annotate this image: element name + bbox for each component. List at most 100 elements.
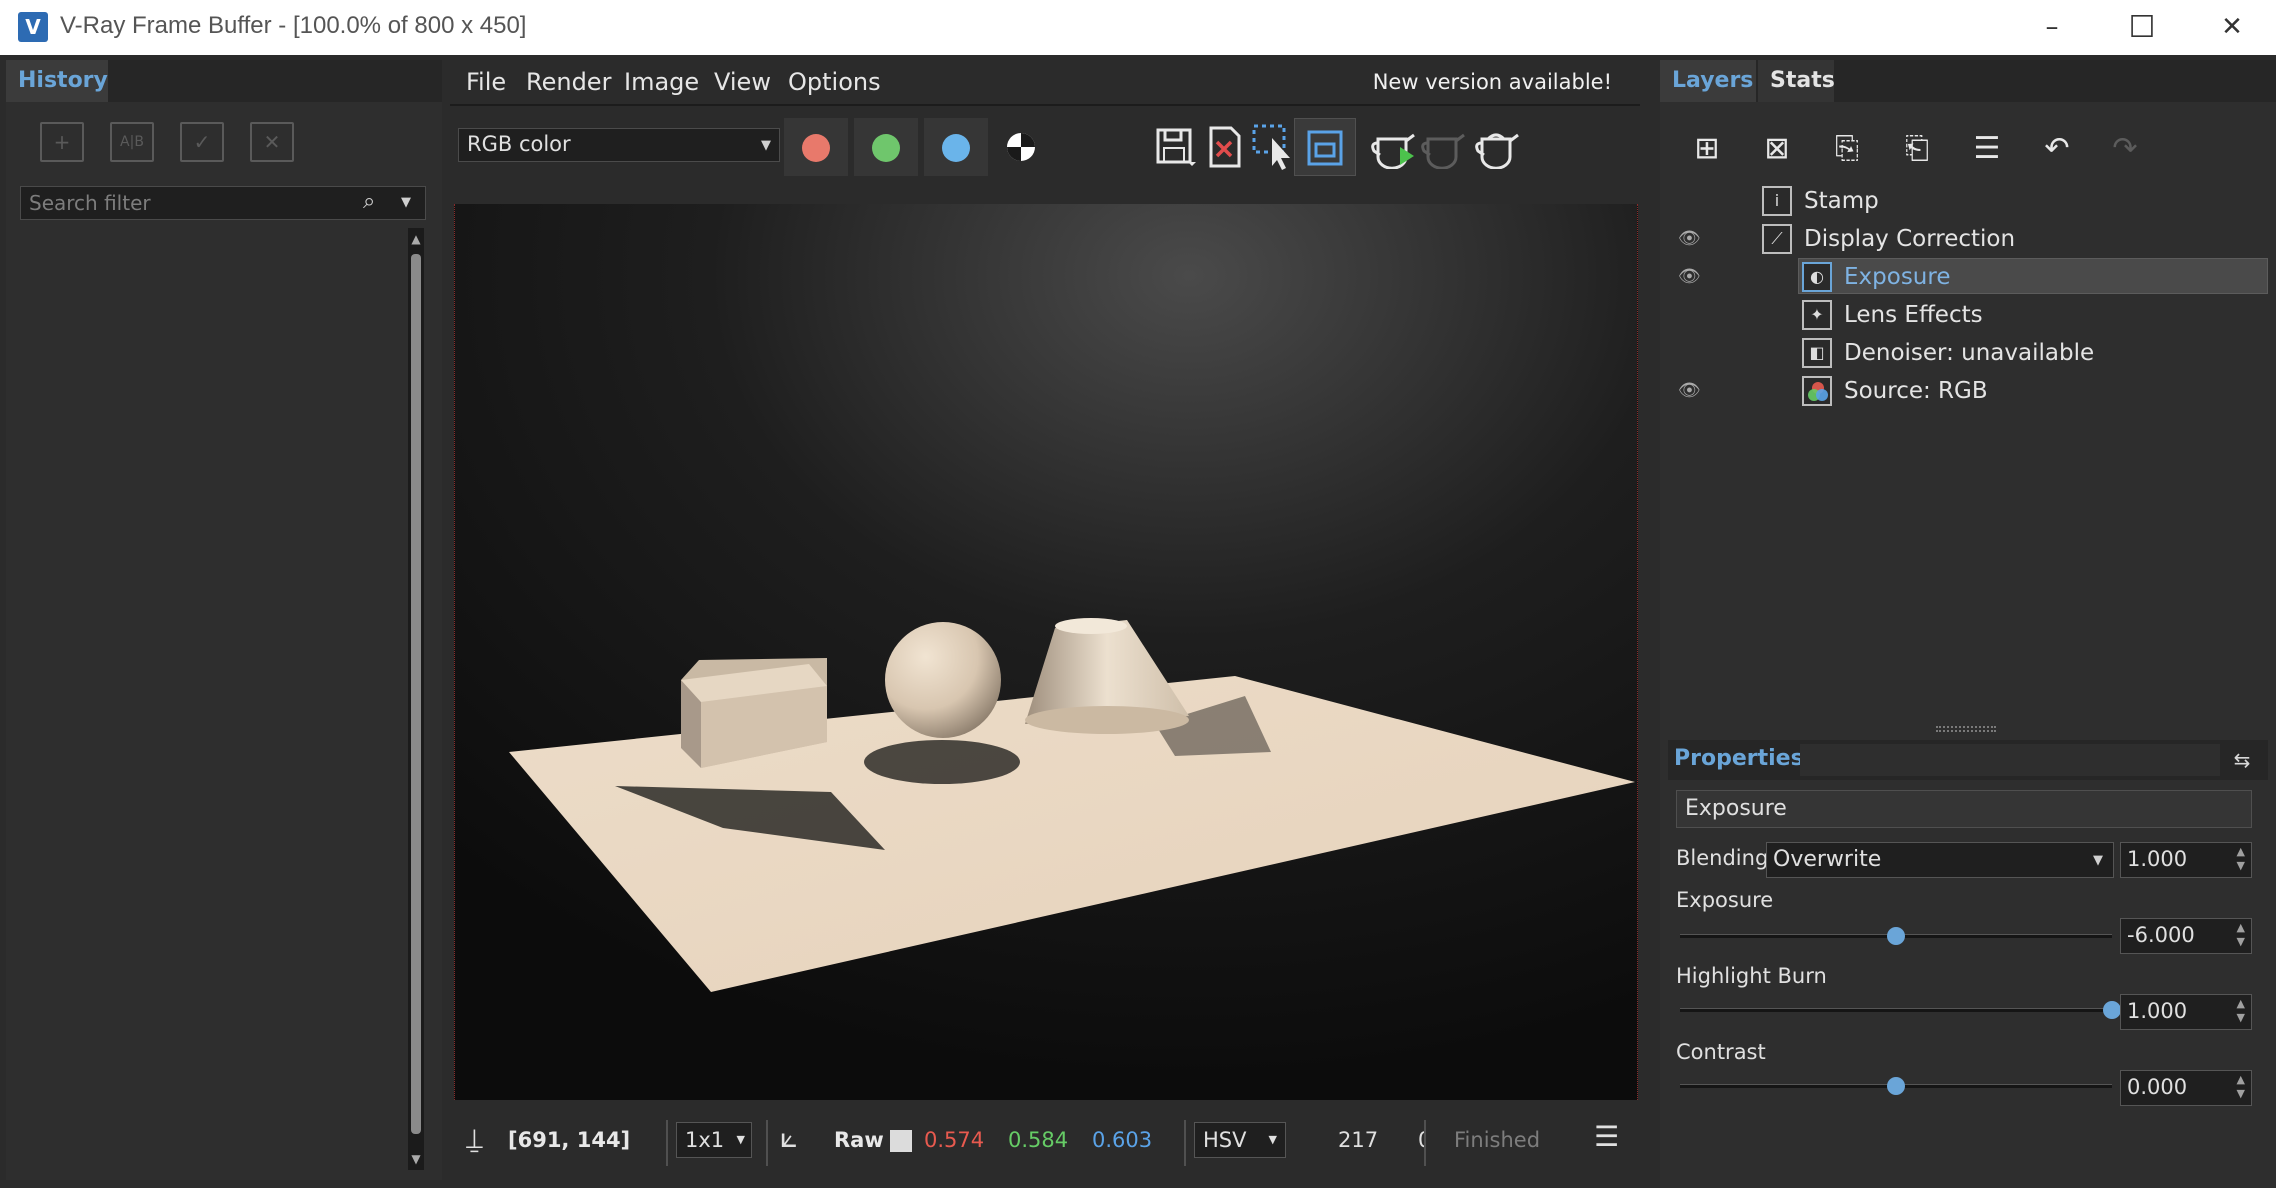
channel-select[interactable]: RGB color ▼: [458, 128, 780, 162]
spinner-arrows-icon[interactable]: ▲ ▼: [2237, 845, 2245, 873]
stop-render-icon[interactable]: [1414, 118, 1476, 176]
delete-layer-icon[interactable]: ⊠: [1748, 124, 1806, 174]
history-panel: History + A|B ✓ ✕ ⌕ ▼ ▲ ▼: [6, 60, 442, 1180]
contrast-slider-handle[interactable]: [1887, 1077, 1905, 1095]
visibility-eye-icon[interactable]: 👁: [1678, 266, 1708, 287]
layer-row-stamp[interactable]: i Stamp: [1668, 182, 2268, 220]
search-options-chevron-icon[interactable]: ▼: [401, 195, 411, 210]
redo-icon[interactable]: ↷: [2096, 124, 2154, 174]
source-rgb-icon: [1802, 376, 1832, 406]
exposure-slider-handle[interactable]: [1887, 927, 1905, 945]
color-space-select[interactable]: HSV ▼: [1194, 1122, 1286, 1158]
layer-row-denoiser[interactable]: ◧ Denoiser: unavailable: [1668, 334, 2268, 372]
layers-tab-strip: Layers Stats: [1660, 60, 2276, 102]
frame-lock-icon[interactable]: [1294, 118, 1356, 176]
highlight-burn-slider[interactable]: [1680, 1001, 2121, 1019]
render-icon[interactable]: [1468, 118, 1530, 176]
visibility-eye-icon[interactable]: 👁: [1678, 228, 1708, 249]
undo-icon[interactable]: ↶: [2028, 124, 2086, 174]
search-input[interactable]: [29, 190, 359, 216]
scrollbar-thumb[interactable]: [411, 254, 421, 1134]
pixel-coords: [691, 144]: [508, 1128, 631, 1152]
log-window-icon[interactable]: ☰: [1594, 1120, 1619, 1153]
properties-title: Properties: [1674, 746, 1804, 771]
blending-select-value: Overwrite: [1773, 847, 1882, 872]
search-icon[interactable]: ⌕: [363, 189, 375, 214]
curve-picker-icon[interactable]: ⟀: [780, 1120, 798, 1155]
channel-select-value: RGB color: [467, 132, 571, 156]
highlight-burn-slider-handle[interactable]: [2103, 1001, 2121, 1019]
exposure-slider[interactable]: [1680, 927, 2112, 945]
spinner-arrows-icon[interactable]: ▲ ▼: [2237, 921, 2245, 949]
layers-panel: Layers Stats ⊞ ⊠ ⎘ ⎗ ☰ ↶ ↷ i Stamp 👁 ⟋ D…: [1660, 60, 2276, 1188]
blue-channel-button[interactable]: [924, 118, 988, 176]
panel-splitter[interactable]: [1936, 726, 1996, 732]
properties-header-fill: [1800, 744, 2220, 776]
pixel-lock-icon[interactable]: ⍊: [466, 1122, 483, 1156]
red-value: 0.574: [924, 1128, 985, 1152]
visibility-eye-icon[interactable]: 👁: [1678, 380, 1708, 401]
denoiser-icon: ◧: [1802, 338, 1832, 368]
window-title: V-Ray Frame Buffer - [100.0% of 800 x 45…: [60, 12, 527, 39]
frame-buffer-main: File Render Image View Options New versi…: [450, 60, 1644, 1188]
menu-image[interactable]: Image: [624, 68, 699, 96]
menu-file[interactable]: File: [466, 68, 506, 96]
render-viewport[interactable]: [454, 204, 1638, 1100]
minimize-button[interactable]: –: [2006, 0, 2098, 55]
blending-amount-spinner[interactable]: 1.000 ▲ ▼: [2120, 842, 2252, 878]
spinner-arrows-icon[interactable]: ▲ ▼: [2237, 997, 2245, 1025]
close-button[interactable]: ✕: [2186, 0, 2276, 55]
layer-name-field[interactable]: Exposure: [1676, 790, 2252, 828]
green-channel-button[interactable]: [854, 118, 918, 176]
scroll-down-icon[interactable]: ▼: [408, 1148, 424, 1170]
menu-options[interactable]: Options: [788, 68, 881, 96]
green-value: 0.584: [1008, 1128, 1069, 1152]
layer-name: Exposure: [1844, 264, 1951, 290]
layer-row-exposure[interactable]: 👁 ◐ Exposure: [1668, 258, 2268, 296]
save-to-history-icon[interactable]: +: [40, 122, 84, 162]
load-history-icon[interactable]: ✓: [180, 122, 224, 162]
menu-view[interactable]: View: [714, 68, 771, 96]
scroll-up-icon[interactable]: ▲: [408, 228, 424, 250]
tab-layers[interactable]: Layers: [1660, 60, 1756, 102]
history-tab-strip: History: [6, 60, 442, 102]
highlight-burn-spinner[interactable]: 1.000 ▲ ▼: [2120, 994, 2252, 1030]
save-layers-icon[interactable]: ⎘: [1818, 124, 1876, 174]
exposure-value: -6.000: [2127, 923, 2195, 947]
layer-presets-icon[interactable]: ☰: [1958, 124, 2016, 174]
tab-history[interactable]: History: [6, 60, 108, 102]
layer-name: Display Correction: [1804, 226, 2016, 252]
zoom-select[interactable]: 1x1 ▼: [676, 1122, 752, 1158]
history-scrollbar[interactable]: ▲ ▼: [408, 228, 424, 1170]
contrast-slider[interactable]: [1680, 1077, 2112, 1095]
maximize-button[interactable]: ☐: [2096, 0, 2188, 55]
contrast-spinner[interactable]: 0.000 ▲ ▼: [2120, 1070, 2252, 1106]
load-layers-icon[interactable]: ⎗: [1888, 124, 1946, 174]
curve-icon: ⟋: [1762, 224, 1792, 254]
exposure-spinner[interactable]: -6.000 ▲ ▼: [2120, 918, 2252, 954]
layer-row-lens-effects[interactable]: ✦ Lens Effects: [1668, 296, 2268, 334]
red-channel-button[interactable]: [784, 118, 848, 176]
new-version-notice[interactable]: New version available!: [1373, 70, 1612, 94]
layer-row-display-correction[interactable]: 👁 ⟋ Display Correction: [1668, 220, 2268, 258]
title-bar: V V-Ray Frame Buffer - [100.0% of 800 x …: [0, 0, 2276, 55]
status-divider: [1184, 1120, 1186, 1166]
menu-render[interactable]: Render: [526, 68, 611, 96]
layer-name: Lens Effects: [1844, 302, 1983, 328]
blending-select[interactable]: Overwrite ▼: [1766, 842, 2114, 878]
blending-amount-value: 1.000: [2127, 847, 2188, 871]
spinner-arrows-icon[interactable]: ▲ ▼: [2237, 1073, 2245, 1101]
chevron-down-icon: ▼: [736, 1133, 745, 1146]
delete-history-icon[interactable]: ✕: [250, 122, 294, 162]
color-swatch: [890, 1130, 912, 1152]
add-layer-icon[interactable]: ⊞: [1678, 124, 1736, 174]
blue-value: 0.603: [1092, 1128, 1153, 1152]
layer-row-source-rgb[interactable]: 👁 Source: RGB: [1668, 372, 2268, 410]
ab-compare-icon[interactable]: A|B: [110, 122, 154, 162]
properties-menu-icon[interactable]: ⇆: [2222, 744, 2262, 776]
raw-mode-label[interactable]: Raw: [834, 1128, 884, 1152]
exposure-label: Exposure: [1676, 888, 1774, 912]
tab-stats[interactable]: Stats: [1758, 60, 1835, 102]
alpha-icon[interactable]: [990, 118, 1052, 176]
layer-name: Stamp: [1804, 188, 1879, 214]
